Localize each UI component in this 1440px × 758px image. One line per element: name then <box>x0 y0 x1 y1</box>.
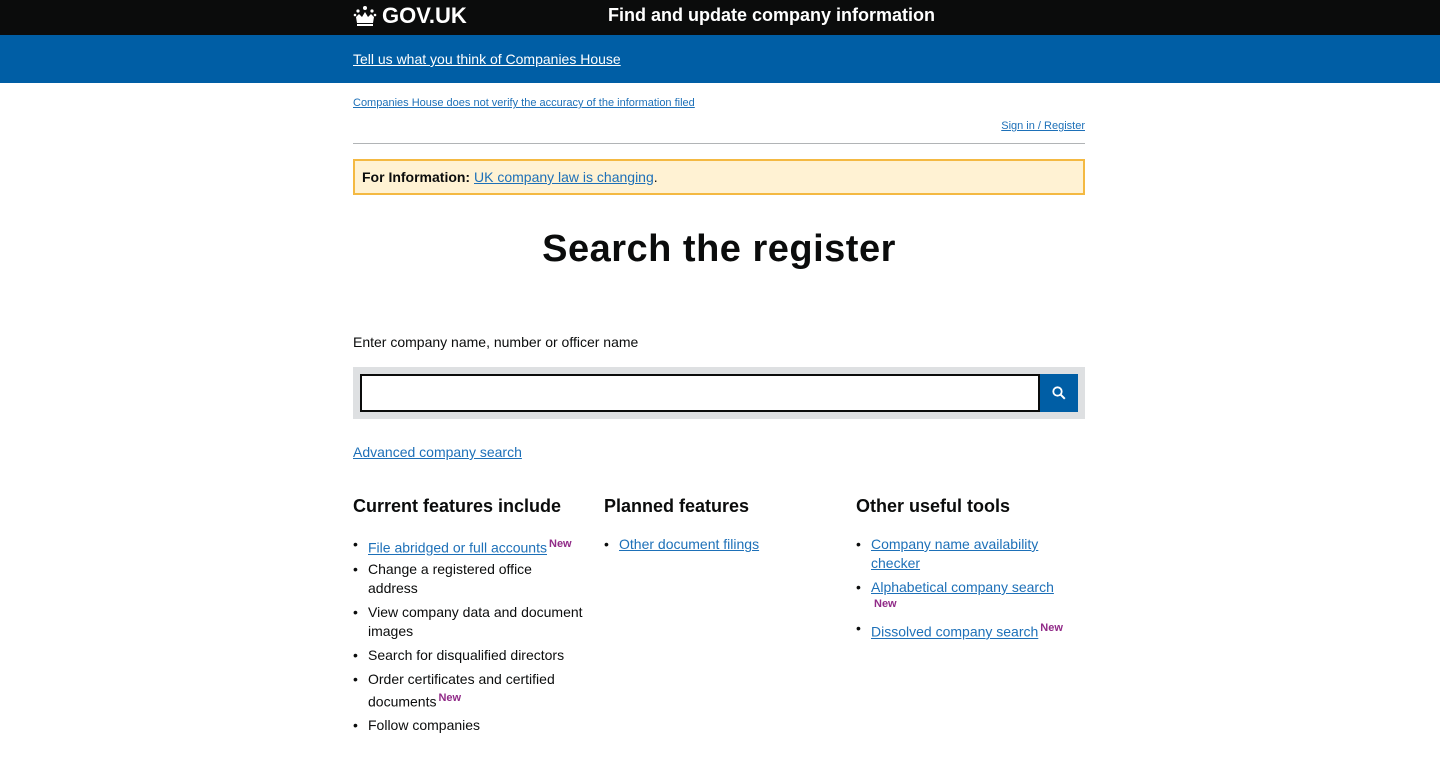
search-button[interactable] <box>1040 374 1078 412</box>
search-box <box>353 367 1085 419</box>
list-item: Order certificates and certified documen… <box>353 670 585 712</box>
new-badge: New <box>438 691 462 704</box>
list-item: Follow companies <box>353 716 585 735</box>
list-item: File abridged or full accountsNew <box>353 535 585 558</box>
other-tools-list: Company name availability checker Alphab… <box>856 535 1088 642</box>
search-icon <box>1052 386 1066 400</box>
info-suffix: . <box>653 169 658 185</box>
other-tools-section: Other useful tools Company name availabi… <box>856 496 1088 647</box>
new-badge: New <box>874 598 897 610</box>
list-item: Other document filings <box>604 535 836 554</box>
list-item: Search for disqualified directors <box>353 646 585 665</box>
feedback-banner: Tell us what you think of Companies Hous… <box>0 35 1440 83</box>
logo-text: GOV.UK <box>382 3 467 28</box>
advanced-search-link[interactable]: Advanced company search <box>353 444 522 460</box>
divider <box>353 143 1085 144</box>
crown-icon <box>353 6 377 26</box>
govuk-header: GOV.UK Find and update company informati… <box>0 0 1440 35</box>
page-title: Search the register <box>542 228 896 270</box>
name-availability-link[interactable]: Company name availability checker <box>871 536 1038 571</box>
file-accounts-link[interactable]: File abridged or full accounts <box>368 540 547 556</box>
list-item: Dissolved company searchNew <box>856 619 1088 642</box>
current-features-section: Current features include File abridged o… <box>353 496 585 740</box>
signin-container: Sign in / Register <box>353 120 1085 132</box>
search-label: Enter company name, number or officer na… <box>353 334 639 350</box>
new-badge: New <box>1040 622 1063 634</box>
signin-link[interactable]: Sign in / Register <box>1001 120 1085 132</box>
info-label: For Information: <box>362 169 471 185</box>
company-law-link[interactable]: UK company law is changing <box>474 169 654 185</box>
planned-features-heading: Planned features <box>604 496 750 516</box>
feedback-link[interactable]: Tell us what you think of Companies Hous… <box>353 51 621 67</box>
other-tools-heading: Other useful tools <box>856 496 1011 516</box>
list-item: Company name availability checker <box>856 535 1046 573</box>
dissolved-search-link[interactable]: Dissolved company search <box>871 624 1038 640</box>
info-panel: For Information: UK company law is chang… <box>353 159 1085 195</box>
new-badge: New <box>549 538 572 550</box>
order-certificates-text: Order certificates and certified documen… <box>368 670 555 710</box>
govuk-logo[interactable]: GOV.UK <box>353 3 467 29</box>
alphabetical-search-link[interactable]: Alphabetical company search <box>871 579 1054 595</box>
disclaimer-link[interactable]: Companies House does not verify the accu… <box>353 97 1085 109</box>
list-item: View company data and document images <box>353 603 585 641</box>
other-document-filings-link[interactable]: Other document filings <box>619 536 759 552</box>
list-item: Alphabetical company search New <box>856 578 1088 611</box>
current-features-heading: Current features include <box>353 496 562 516</box>
planned-features-list: Other document filings <box>604 535 836 554</box>
list-item: Change a registered office address <box>353 560 585 598</box>
current-features-list: File abridged or full accountsNew Change… <box>353 535 585 735</box>
planned-features-section: Planned features Other document filings <box>604 496 836 559</box>
search-input[interactable] <box>360 374 1040 412</box>
service-name-link[interactable]: Find and update company information <box>608 5 935 26</box>
